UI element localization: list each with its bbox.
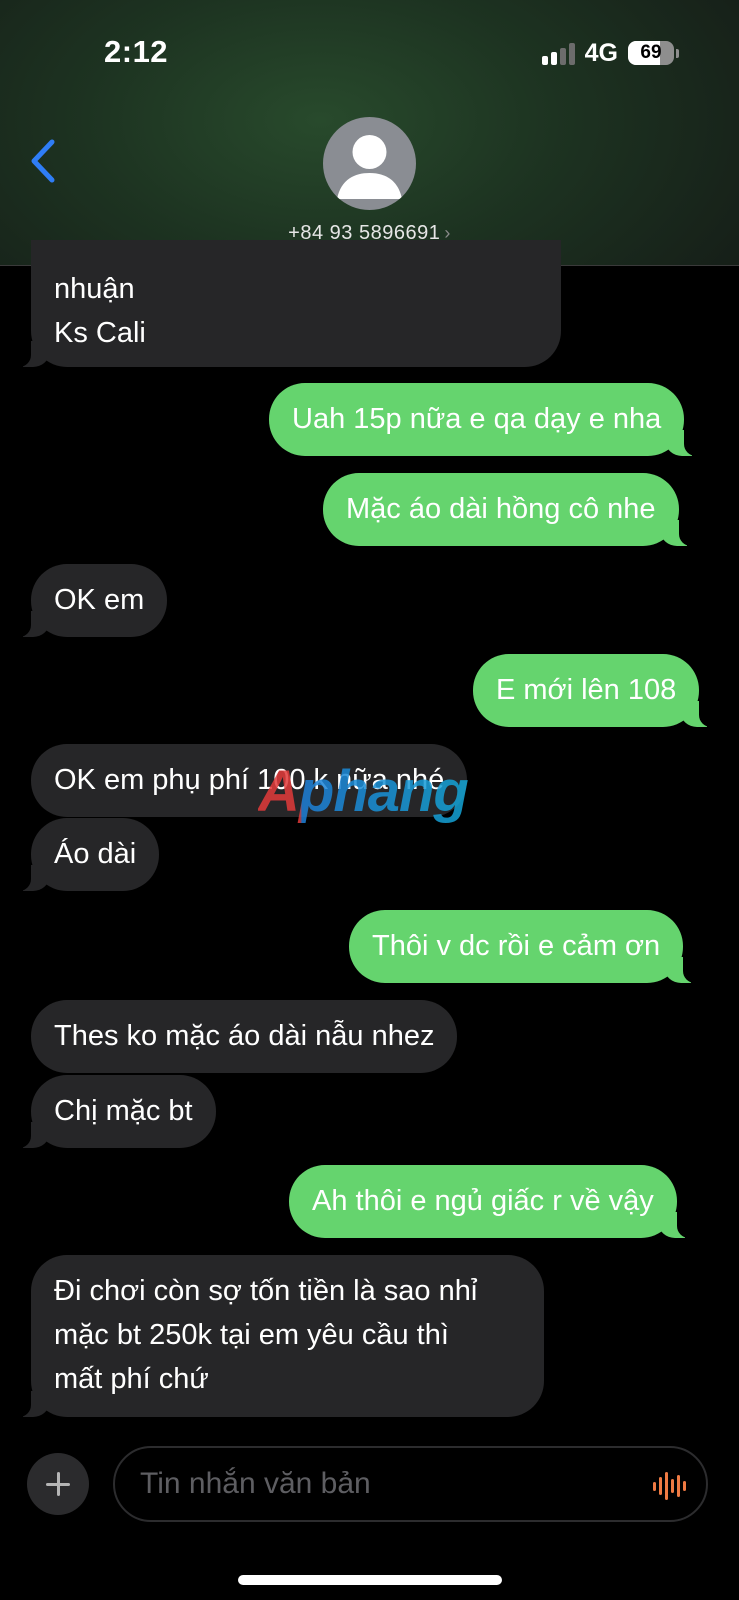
message-bubble-outgoing[interactable]: Mặc áo dài hồng cô nhe <box>323 473 697 546</box>
home-indicator[interactable] <box>238 1575 502 1585</box>
signal-icon <box>541 41 575 65</box>
message-bubble-outgoing[interactable]: E mới lên 108 <box>473 654 718 727</box>
person-icon <box>337 135 402 199</box>
message-bubble-outgoing[interactable]: Thôi v dc rồi e cảm ơn <box>349 910 702 983</box>
message-bubble-outgoing[interactable]: Ah thôi e ngủ giấc r về vậy <box>289 1165 695 1238</box>
status-icons: 4G 69 <box>541 38 679 68</box>
battery-level: 69 <box>640 42 662 63</box>
battery-cap <box>676 48 679 58</box>
back-chevron-icon[interactable] <box>24 134 64 188</box>
add-attachment-button[interactable] <box>27 1453 89 1515</box>
status-time: 2:12 <box>104 34 169 69</box>
message-bubble-incoming[interactable]: Áo dài <box>12 818 160 891</box>
conversation-header: 2:12 4G 69 +84 93 5896691 › <box>0 0 739 266</box>
message-bubble-incoming[interactable]: Đi chơi còn sợ tốn tiền là sao nhỉ mặc b… <box>13 1255 544 1417</box>
message-bubble-incoming[interactable]: nhuận Ks Cali <box>31 240 561 367</box>
message-bubble-incoming[interactable]: OK em <box>12 564 168 637</box>
watermark-logo: Aphang <box>258 759 469 824</box>
message-bubble-outgoing[interactable]: Uah 15p nữa e qa dạy e nha <box>269 383 703 456</box>
message-bubble-incoming[interactable]: Chị mặc bt <box>13 1075 216 1148</box>
message-bubble-incoming[interactable]: Thes ko mặc áo dài nẫu nhez <box>31 1000 458 1073</box>
battery-icon: 69 <box>628 41 674 65</box>
message-input[interactable]: Tin nhắn văn bản <box>113 1446 708 1522</box>
network-type: 4G <box>584 38 618 67</box>
audio-waveform-icon[interactable] <box>653 1470 686 1502</box>
bubble-tail <box>13 341 49 367</box>
contact-avatar[interactable] <box>323 117 416 210</box>
